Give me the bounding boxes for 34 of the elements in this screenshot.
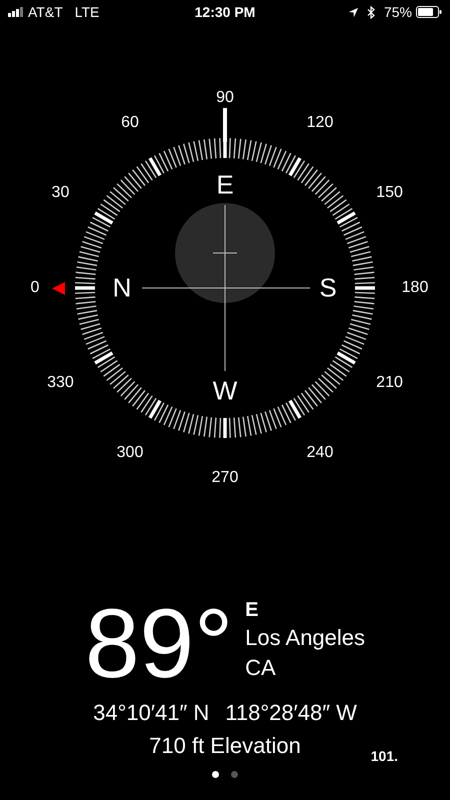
coordinate-text: 118°28′48″ W [225, 699, 357, 727]
degree-label: 240 [306, 442, 334, 463]
corner-label: 101. [370, 747, 398, 766]
degree-label: 210 [376, 373, 403, 393]
battery-percent: 75% [384, 2, 412, 22]
degree-label: 270 [212, 468, 238, 488]
city-name: Los Angeles [245, 624, 366, 652]
cardinal-letter: W [212, 374, 238, 408]
status-time: 12:30 PM [194, 2, 256, 22]
degree-label: 330 [47, 373, 74, 393]
degree-label: 0 [30, 278, 40, 298]
heading-degrees: 89° [84, 594, 234, 692]
degree-label: 150 [376, 183, 403, 203]
heading-direction: E [245, 598, 260, 622]
bluetooth-icon [366, 6, 376, 18]
heading-needle [223, 108, 227, 142]
degree-label: 120 [306, 113, 334, 134]
signal-icon [8, 7, 24, 17]
region-name: CA [245, 654, 277, 682]
degree-label: 90 [216, 88, 234, 108]
network-type: LTE [74, 2, 100, 22]
battery-icon [416, 6, 442, 18]
location-arrow-icon [348, 6, 359, 18]
coordinate-text: 34°10′41″ N [93, 699, 210, 727]
degree-label: 300 [116, 442, 144, 463]
degree-label: 60 [121, 113, 139, 134]
degree-label: 30 [52, 183, 70, 203]
degree-label: 180 [402, 278, 428, 298]
elevation-text: 710 ft Elevation [149, 732, 301, 760]
cardinal-letter: N [112, 272, 132, 304]
carrier-name: AT&T [28, 2, 63, 22]
cardinal-letter: S [319, 272, 337, 304]
cardinal-letter: E [216, 168, 234, 202]
pointer-triangle-icon [52, 282, 65, 295]
